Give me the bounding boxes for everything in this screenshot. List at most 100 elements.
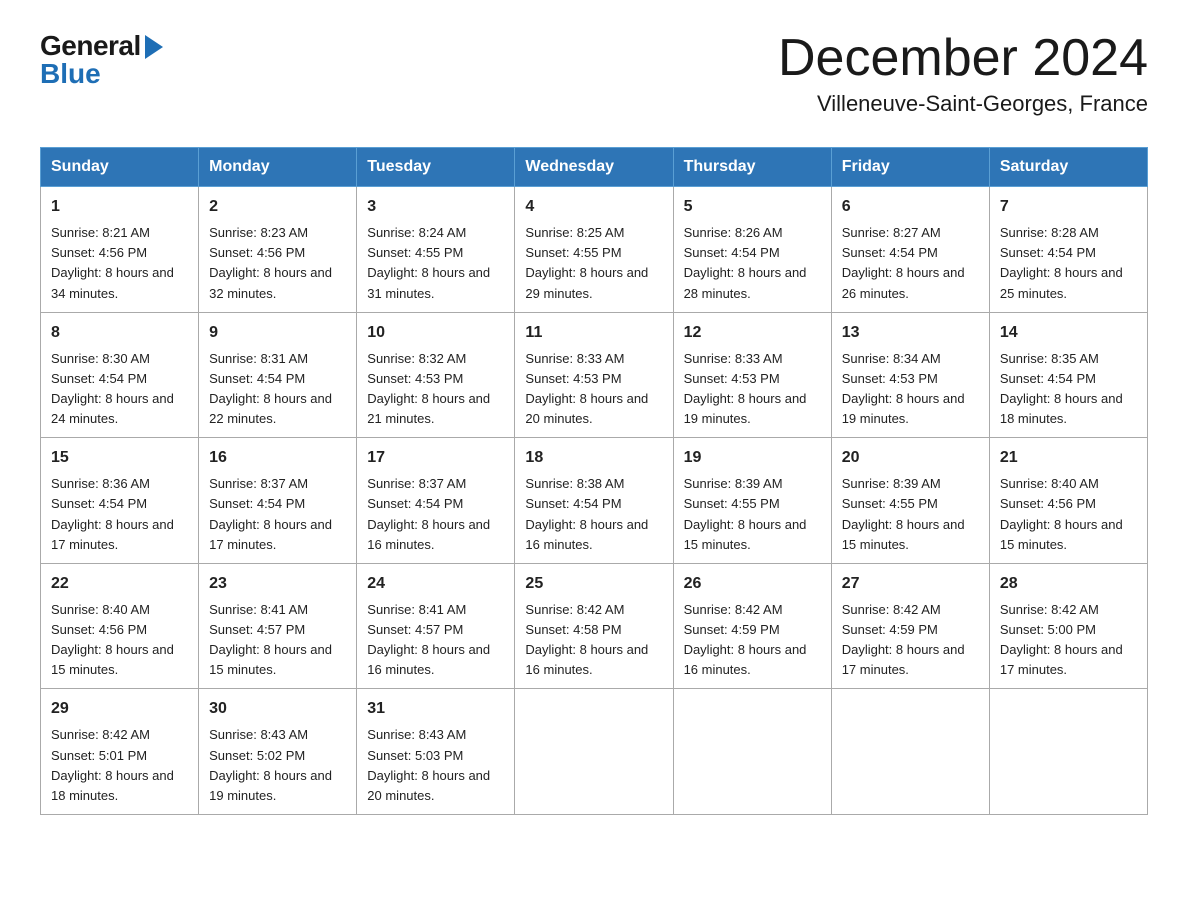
day-number: 3 (367, 195, 504, 219)
table-row: 14 Sunrise: 8:35 AM Sunset: 4:54 PM Dayl… (989, 312, 1147, 438)
day-number: 25 (525, 572, 662, 596)
daylight-info: Daylight: 8 hours and 24 minutes. (51, 389, 188, 429)
sunrise-info: Sunrise: 8:27 AM (842, 223, 979, 243)
sunrise-info: Sunrise: 8:42 AM (684, 600, 821, 620)
calendar-container: Sunday Monday Tuesday Wednesday Thursday… (20, 147, 1168, 815)
daylight-info: Daylight: 8 hours and 16 minutes. (684, 640, 821, 680)
table-row: 4 Sunrise: 8:25 AM Sunset: 4:55 PM Dayli… (515, 187, 673, 313)
col-friday: Friday (831, 148, 989, 187)
table-row: 31 Sunrise: 8:43 AM Sunset: 5:03 PM Dayl… (357, 689, 515, 815)
table-row: 20 Sunrise: 8:39 AM Sunset: 4:55 PM Dayl… (831, 438, 989, 564)
col-sunday: Sunday (41, 148, 199, 187)
col-wednesday: Wednesday (515, 148, 673, 187)
table-row: 7 Sunrise: 8:28 AM Sunset: 4:54 PM Dayli… (989, 187, 1147, 313)
sunset-info: Sunset: 4:56 PM (209, 243, 346, 263)
sunset-info: Sunset: 4:53 PM (842, 369, 979, 389)
day-number: 28 (1000, 572, 1137, 596)
sunrise-info: Sunrise: 8:42 AM (1000, 600, 1137, 620)
daylight-info: Daylight: 8 hours and 32 minutes. (209, 263, 346, 303)
table-row (989, 689, 1147, 815)
sunset-info: Sunset: 4:53 PM (525, 369, 662, 389)
table-row: 26 Sunrise: 8:42 AM Sunset: 4:59 PM Dayl… (673, 563, 831, 689)
table-row: 12 Sunrise: 8:33 AM Sunset: 4:53 PM Dayl… (673, 312, 831, 438)
sunset-info: Sunset: 4:57 PM (209, 620, 346, 640)
sunset-info: Sunset: 4:58 PM (525, 620, 662, 640)
daylight-info: Daylight: 8 hours and 22 minutes. (209, 389, 346, 429)
sunrise-info: Sunrise: 8:30 AM (51, 349, 188, 369)
col-thursday: Thursday (673, 148, 831, 187)
sunset-info: Sunset: 4:54 PM (1000, 243, 1137, 263)
daylight-info: Daylight: 8 hours and 20 minutes. (367, 766, 504, 806)
day-number: 12 (684, 321, 821, 345)
sunrise-info: Sunrise: 8:42 AM (51, 725, 188, 745)
page-header: General Blue December 2024 Villeneuve-Sa… (20, 20, 1168, 127)
table-row: 9 Sunrise: 8:31 AM Sunset: 4:54 PM Dayli… (199, 312, 357, 438)
daylight-info: Daylight: 8 hours and 15 minutes. (209, 640, 346, 680)
sunrise-info: Sunrise: 8:42 AM (842, 600, 979, 620)
calendar-header-row: Sunday Monday Tuesday Wednesday Thursday… (41, 148, 1148, 187)
day-number: 1 (51, 195, 188, 219)
sunset-info: Sunset: 4:54 PM (209, 369, 346, 389)
table-row: 23 Sunrise: 8:41 AM Sunset: 4:57 PM Dayl… (199, 563, 357, 689)
sunset-info: Sunset: 5:00 PM (1000, 620, 1137, 640)
day-number: 13 (842, 321, 979, 345)
day-number: 26 (684, 572, 821, 596)
calendar-week-row: 22 Sunrise: 8:40 AM Sunset: 4:56 PM Dayl… (41, 563, 1148, 689)
day-number: 9 (209, 321, 346, 345)
table-row: 17 Sunrise: 8:37 AM Sunset: 4:54 PM Dayl… (357, 438, 515, 564)
sunrise-info: Sunrise: 8:41 AM (367, 600, 504, 620)
table-row: 28 Sunrise: 8:42 AM Sunset: 5:00 PM Dayl… (989, 563, 1147, 689)
col-saturday: Saturday (989, 148, 1147, 187)
daylight-info: Daylight: 8 hours and 26 minutes. (842, 263, 979, 303)
day-number: 8 (51, 321, 188, 345)
table-row: 24 Sunrise: 8:41 AM Sunset: 4:57 PM Dayl… (357, 563, 515, 689)
daylight-info: Daylight: 8 hours and 17 minutes. (51, 515, 188, 555)
day-number: 15 (51, 446, 188, 470)
logo-arrow-icon (145, 35, 163, 59)
table-row: 2 Sunrise: 8:23 AM Sunset: 4:56 PM Dayli… (199, 187, 357, 313)
sunrise-info: Sunrise: 8:40 AM (1000, 474, 1137, 494)
day-number: 23 (209, 572, 346, 596)
sunrise-info: Sunrise: 8:40 AM (51, 600, 188, 620)
sunrise-info: Sunrise: 8:42 AM (525, 600, 662, 620)
sunrise-info: Sunrise: 8:28 AM (1000, 223, 1137, 243)
day-number: 11 (525, 321, 662, 345)
sunrise-info: Sunrise: 8:39 AM (684, 474, 821, 494)
table-row: 6 Sunrise: 8:27 AM Sunset: 4:54 PM Dayli… (831, 187, 989, 313)
daylight-info: Daylight: 8 hours and 15 minutes. (1000, 515, 1137, 555)
sunrise-info: Sunrise: 8:21 AM (51, 223, 188, 243)
sunset-info: Sunset: 4:55 PM (367, 243, 504, 263)
table-row: 5 Sunrise: 8:26 AM Sunset: 4:54 PM Dayli… (673, 187, 831, 313)
day-number: 4 (525, 195, 662, 219)
table-row: 27 Sunrise: 8:42 AM Sunset: 4:59 PM Dayl… (831, 563, 989, 689)
sunset-info: Sunset: 4:54 PM (1000, 369, 1137, 389)
sunset-info: Sunset: 4:54 PM (367, 494, 504, 514)
sunset-info: Sunset: 4:59 PM (684, 620, 821, 640)
sunset-info: Sunset: 5:01 PM (51, 746, 188, 766)
sunset-info: Sunset: 4:54 PM (51, 494, 188, 514)
day-number: 17 (367, 446, 504, 470)
calendar-week-row: 29 Sunrise: 8:42 AM Sunset: 5:01 PM Dayl… (41, 689, 1148, 815)
logo: General Blue (40, 30, 163, 90)
sunrise-info: Sunrise: 8:38 AM (525, 474, 662, 494)
table-row (673, 689, 831, 815)
sunset-info: Sunset: 4:54 PM (209, 494, 346, 514)
table-row: 22 Sunrise: 8:40 AM Sunset: 4:56 PM Dayl… (41, 563, 199, 689)
table-row: 21 Sunrise: 8:40 AM Sunset: 4:56 PM Dayl… (989, 438, 1147, 564)
sunset-info: Sunset: 5:03 PM (367, 746, 504, 766)
day-number: 10 (367, 321, 504, 345)
col-monday: Monday (199, 148, 357, 187)
day-number: 19 (684, 446, 821, 470)
daylight-info: Daylight: 8 hours and 15 minutes. (684, 515, 821, 555)
day-number: 16 (209, 446, 346, 470)
table-row: 16 Sunrise: 8:37 AM Sunset: 4:54 PM Dayl… (199, 438, 357, 564)
daylight-info: Daylight: 8 hours and 17 minutes. (842, 640, 979, 680)
sunrise-info: Sunrise: 8:41 AM (209, 600, 346, 620)
sunrise-info: Sunrise: 8:32 AM (367, 349, 504, 369)
sunrise-info: Sunrise: 8:43 AM (209, 725, 346, 745)
daylight-info: Daylight: 8 hours and 19 minutes. (842, 389, 979, 429)
day-number: 2 (209, 195, 346, 219)
daylight-info: Daylight: 8 hours and 16 minutes. (525, 640, 662, 680)
sunrise-info: Sunrise: 8:33 AM (684, 349, 821, 369)
day-number: 20 (842, 446, 979, 470)
